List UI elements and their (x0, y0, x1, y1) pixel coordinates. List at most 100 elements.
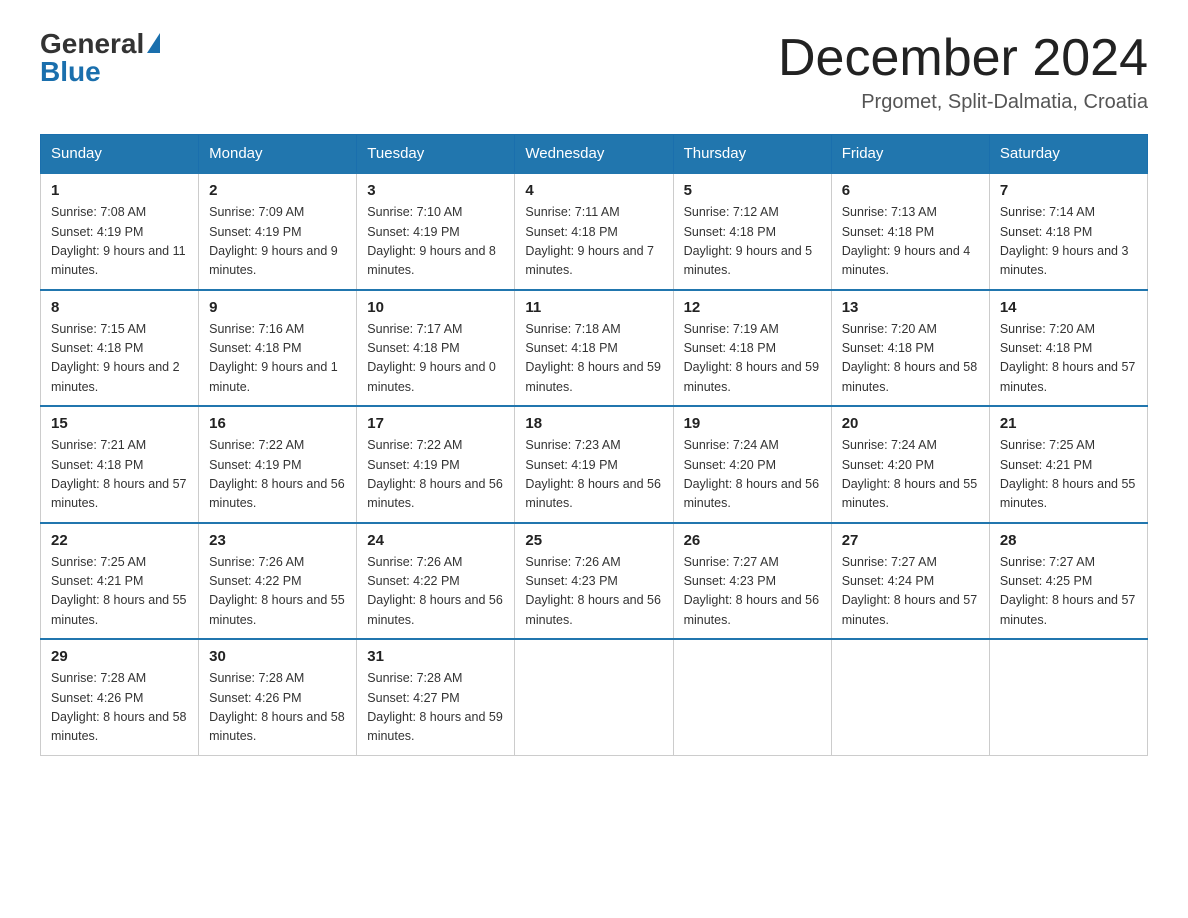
col-friday: Friday (831, 135, 989, 174)
calendar-cell (989, 639, 1147, 755)
day-number: 16 (209, 415, 346, 432)
day-number: 19 (684, 415, 821, 432)
day-number: 24 (367, 532, 504, 549)
day-number: 18 (525, 415, 662, 432)
day-info: Sunrise: 7:20 AMSunset: 4:18 PMDaylight:… (1000, 322, 1136, 394)
day-number: 3 (367, 182, 504, 199)
day-number: 22 (51, 532, 188, 549)
day-info: Sunrise: 7:17 AMSunset: 4:18 PMDaylight:… (367, 322, 496, 394)
day-number: 29 (51, 648, 188, 665)
day-info: Sunrise: 7:27 AMSunset: 4:25 PMDaylight:… (1000, 555, 1136, 627)
calendar-cell: 17 Sunrise: 7:22 AMSunset: 4:19 PMDaylig… (357, 406, 515, 523)
calendar-cell: 13 Sunrise: 7:20 AMSunset: 4:18 PMDaylig… (831, 290, 989, 407)
calendar-cell: 21 Sunrise: 7:25 AMSunset: 4:21 PMDaylig… (989, 406, 1147, 523)
day-info: Sunrise: 7:26 AMSunset: 4:23 PMDaylight:… (525, 555, 661, 627)
day-info: Sunrise: 7:18 AMSunset: 4:18 PMDaylight:… (525, 322, 661, 394)
day-info: Sunrise: 7:15 AMSunset: 4:18 PMDaylight:… (51, 322, 180, 394)
logo-triangle-icon (147, 33, 160, 53)
calendar-header-row: Sunday Monday Tuesday Wednesday Thursday… (41, 135, 1148, 174)
day-number: 14 (1000, 299, 1137, 316)
calendar-cell: 19 Sunrise: 7:24 AMSunset: 4:20 PMDaylig… (673, 406, 831, 523)
day-info: Sunrise: 7:11 AMSunset: 4:18 PMDaylight:… (525, 205, 654, 277)
day-info: Sunrise: 7:12 AMSunset: 4:18 PMDaylight:… (684, 205, 813, 277)
day-number: 5 (684, 182, 821, 199)
calendar-cell: 20 Sunrise: 7:24 AMSunset: 4:20 PMDaylig… (831, 406, 989, 523)
day-number: 30 (209, 648, 346, 665)
day-number: 12 (684, 299, 821, 316)
calendar-cell: 25 Sunrise: 7:26 AMSunset: 4:23 PMDaylig… (515, 523, 673, 640)
calendar-cell: 7 Sunrise: 7:14 AMSunset: 4:18 PMDayligh… (989, 173, 1147, 290)
day-info: Sunrise: 7:26 AMSunset: 4:22 PMDaylight:… (367, 555, 503, 627)
calendar-cell (831, 639, 989, 755)
calendar-cell: 23 Sunrise: 7:26 AMSunset: 4:22 PMDaylig… (199, 523, 357, 640)
page-header: General Blue December 2024 Prgomet, Spli… (40, 30, 1148, 114)
day-info: Sunrise: 7:24 AMSunset: 4:20 PMDaylight:… (842, 438, 978, 510)
day-number: 8 (51, 299, 188, 316)
day-info: Sunrise: 7:22 AMSunset: 4:19 PMDaylight:… (367, 438, 503, 510)
calendar-cell: 11 Sunrise: 7:18 AMSunset: 4:18 PMDaylig… (515, 290, 673, 407)
day-number: 1 (51, 182, 188, 199)
day-number: 7 (1000, 182, 1137, 199)
calendar-week-row-4: 22 Sunrise: 7:25 AMSunset: 4:21 PMDaylig… (41, 523, 1148, 640)
day-info: Sunrise: 7:10 AMSunset: 4:19 PMDaylight:… (367, 205, 496, 277)
col-monday: Monday (199, 135, 357, 174)
day-number: 28 (1000, 532, 1137, 549)
calendar-cell: 16 Sunrise: 7:22 AMSunset: 4:19 PMDaylig… (199, 406, 357, 523)
calendar-week-row-3: 15 Sunrise: 7:21 AMSunset: 4:18 PMDaylig… (41, 406, 1148, 523)
day-number: 27 (842, 532, 979, 549)
calendar-cell: 9 Sunrise: 7:16 AMSunset: 4:18 PMDayligh… (199, 290, 357, 407)
col-saturday: Saturday (989, 135, 1147, 174)
day-info: Sunrise: 7:28 AMSunset: 4:26 PMDaylight:… (51, 671, 187, 743)
day-info: Sunrise: 7:09 AMSunset: 4:19 PMDaylight:… (209, 205, 338, 277)
col-tuesday: Tuesday (357, 135, 515, 174)
calendar-cell: 29 Sunrise: 7:28 AMSunset: 4:26 PMDaylig… (41, 639, 199, 755)
day-info: Sunrise: 7:27 AMSunset: 4:24 PMDaylight:… (842, 555, 978, 627)
calendar-cell: 12 Sunrise: 7:19 AMSunset: 4:18 PMDaylig… (673, 290, 831, 407)
day-info: Sunrise: 7:26 AMSunset: 4:22 PMDaylight:… (209, 555, 345, 627)
col-sunday: Sunday (41, 135, 199, 174)
day-number: 2 (209, 182, 346, 199)
month-year-title: December 2024 (778, 30, 1148, 87)
day-number: 15 (51, 415, 188, 432)
day-info: Sunrise: 7:24 AMSunset: 4:20 PMDaylight:… (684, 438, 820, 510)
title-area: December 2024 Prgomet, Split-Dalmatia, C… (778, 30, 1148, 114)
day-number: 26 (684, 532, 821, 549)
calendar-cell: 26 Sunrise: 7:27 AMSunset: 4:23 PMDaylig… (673, 523, 831, 640)
day-number: 21 (1000, 415, 1137, 432)
calendar-cell: 14 Sunrise: 7:20 AMSunset: 4:18 PMDaylig… (989, 290, 1147, 407)
day-info: Sunrise: 7:28 AMSunset: 4:27 PMDaylight:… (367, 671, 503, 743)
day-number: 4 (525, 182, 662, 199)
calendar-cell: 15 Sunrise: 7:21 AMSunset: 4:18 PMDaylig… (41, 406, 199, 523)
calendar-cell: 10 Sunrise: 7:17 AMSunset: 4:18 PMDaylig… (357, 290, 515, 407)
day-number: 23 (209, 532, 346, 549)
day-info: Sunrise: 7:16 AMSunset: 4:18 PMDaylight:… (209, 322, 338, 394)
location-subtitle: Prgomet, Split-Dalmatia, Croatia (778, 91, 1148, 114)
day-info: Sunrise: 7:19 AMSunset: 4:18 PMDaylight:… (684, 322, 820, 394)
calendar-week-row-5: 29 Sunrise: 7:28 AMSunset: 4:26 PMDaylig… (41, 639, 1148, 755)
day-info: Sunrise: 7:14 AMSunset: 4:18 PMDaylight:… (1000, 205, 1129, 277)
day-info: Sunrise: 7:28 AMSunset: 4:26 PMDaylight:… (209, 671, 345, 743)
day-number: 20 (842, 415, 979, 432)
calendar-cell: 6 Sunrise: 7:13 AMSunset: 4:18 PMDayligh… (831, 173, 989, 290)
calendar-cell: 27 Sunrise: 7:27 AMSunset: 4:24 PMDaylig… (831, 523, 989, 640)
day-info: Sunrise: 7:25 AMSunset: 4:21 PMDaylight:… (51, 555, 187, 627)
day-number: 25 (525, 532, 662, 549)
calendar-week-row-2: 8 Sunrise: 7:15 AMSunset: 4:18 PMDayligh… (41, 290, 1148, 407)
day-info: Sunrise: 7:27 AMSunset: 4:23 PMDaylight:… (684, 555, 820, 627)
calendar-cell: 31 Sunrise: 7:28 AMSunset: 4:27 PMDaylig… (357, 639, 515, 755)
day-info: Sunrise: 7:22 AMSunset: 4:19 PMDaylight:… (209, 438, 345, 510)
day-number: 17 (367, 415, 504, 432)
col-wednesday: Wednesday (515, 135, 673, 174)
calendar-cell: 22 Sunrise: 7:25 AMSunset: 4:21 PMDaylig… (41, 523, 199, 640)
logo-general-text: General (40, 30, 144, 58)
calendar-cell: 30 Sunrise: 7:28 AMSunset: 4:26 PMDaylig… (199, 639, 357, 755)
logo-blue-text: Blue (40, 58, 101, 86)
col-thursday: Thursday (673, 135, 831, 174)
calendar-cell: 5 Sunrise: 7:12 AMSunset: 4:18 PMDayligh… (673, 173, 831, 290)
calendar-cell: 8 Sunrise: 7:15 AMSunset: 4:18 PMDayligh… (41, 290, 199, 407)
calendar-cell: 3 Sunrise: 7:10 AMSunset: 4:19 PMDayligh… (357, 173, 515, 290)
day-info: Sunrise: 7:08 AMSunset: 4:19 PMDaylight:… (51, 205, 186, 277)
calendar-cell: 28 Sunrise: 7:27 AMSunset: 4:25 PMDaylig… (989, 523, 1147, 640)
calendar-cell: 1 Sunrise: 7:08 AMSunset: 4:19 PMDayligh… (41, 173, 199, 290)
day-info: Sunrise: 7:25 AMSunset: 4:21 PMDaylight:… (1000, 438, 1136, 510)
